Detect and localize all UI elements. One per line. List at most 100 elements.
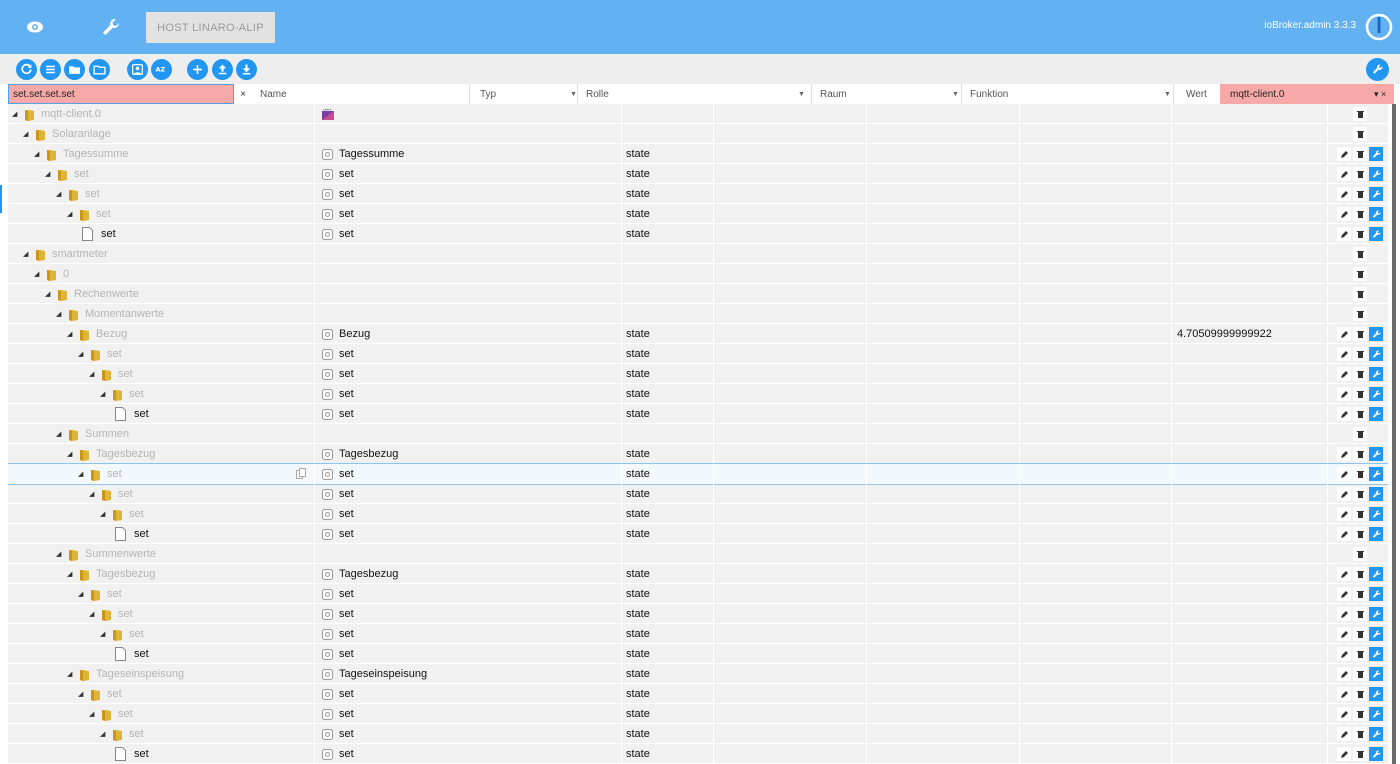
wrench-icon[interactable] [1369,747,1383,761]
wrench-icon[interactable] [1369,527,1383,541]
table-row[interactable]: ◢ set set state [8,204,1388,224]
expand-toggle-icon[interactable]: ◢ [78,590,85,598]
edit-icon[interactable] [1337,747,1351,761]
object-id-cell[interactable]: ◢ Summen [8,424,315,444]
wrench-icon[interactable] [1369,507,1383,521]
object-id-cell[interactable]: ◢ set [8,164,315,184]
object-id-cell[interactable]: set [8,404,315,424]
upload-icon[interactable] [212,59,233,80]
edit-icon[interactable] [1337,387,1351,401]
delete-icon[interactable] [1353,427,1367,441]
object-id-cell[interactable]: ◢ set [8,384,315,404]
table-row[interactable]: ◢ Rechenwerte [8,284,1388,304]
value-cell[interactable] [1172,184,1328,204]
list-icon[interactable] [40,59,61,80]
person-icon[interactable] [127,59,148,80]
refresh-icon[interactable] [16,59,37,80]
object-id-cell[interactable]: ◢ Tagesbezug [8,444,315,464]
delete-icon[interactable] [1353,347,1367,361]
edit-icon[interactable] [1337,447,1351,461]
table-row[interactable]: ◢ 0 [8,264,1388,284]
wrench-icon[interactable] [1369,627,1383,641]
delete-icon[interactable] [1353,527,1367,541]
object-id-cell[interactable]: ◢ 0 [8,264,315,284]
delete-icon[interactable] [1353,567,1367,581]
table-row[interactable]: ◢ set set state [8,164,1388,184]
object-id-cell[interactable]: ◢ set [8,464,315,484]
value-cell[interactable] [1172,264,1328,284]
value-cell[interactable] [1172,744,1328,764]
edit-icon[interactable] [1337,207,1351,221]
object-id-cell[interactable]: ◢ set [8,344,315,364]
expand-toggle-icon[interactable]: ◢ [23,130,30,138]
object-id-cell[interactable]: ◢ Tagesbezug [8,564,315,584]
table-row[interactable]: ◢ Tagessumme Tagessumme state [8,144,1388,164]
wrench-icon[interactable] [1369,227,1383,241]
value-cell[interactable] [1172,344,1328,364]
object-id-cell[interactable]: ◢ Rechenwerte [8,284,315,304]
expand-toggle-icon[interactable]: ◢ [56,430,63,438]
object-id-cell[interactable]: ◢ Tageseinspeisung [8,664,315,684]
edit-icon[interactable] [1337,227,1351,241]
table-row[interactable]: ◢ set set state [8,184,1388,204]
delete-icon[interactable] [1353,167,1367,181]
value-cell[interactable] [1172,424,1328,444]
eye-icon[interactable] [22,14,48,40]
object-id-cell[interactable]: ◢ mqtt-client.0 [8,104,315,124]
table-row[interactable]: ◢ set set state [8,364,1388,384]
expand-toggle-icon[interactable]: ◢ [100,730,107,738]
folder-open-icon[interactable] [89,59,110,80]
wrench-icon[interactable] [1369,207,1383,221]
value-cell[interactable] [1172,164,1328,184]
scrollbar[interactable] [1392,104,1396,764]
edit-icon[interactable] [1337,607,1351,621]
delete-icon[interactable] [1353,727,1367,741]
table-row[interactable]: ◢ Summenwerte [8,544,1388,564]
object-id-cell[interactable]: set [8,744,315,764]
raum-filter-select[interactable]: Raum ▼ [812,84,962,104]
table-row[interactable]: ◢ Tageseinspeisung Tageseinspeisung state [8,664,1388,684]
edit-icon[interactable] [1337,327,1351,341]
object-id-cell[interactable]: ◢ set [8,724,315,744]
object-id-cell[interactable]: ◢ set [8,504,315,524]
value-cell[interactable] [1172,444,1328,464]
expand-toggle-icon[interactable]: ◢ [67,670,74,678]
value-cell[interactable] [1172,104,1328,124]
table-row[interactable]: ◢ set set state [8,684,1388,704]
edit-icon[interactable] [1337,187,1351,201]
delete-icon[interactable] [1353,327,1367,341]
wrench-icon[interactable] [98,14,124,40]
delete-icon[interactable] [1353,407,1367,421]
table-row[interactable]: ◢ set set state [8,344,1388,364]
delete-icon[interactable] [1353,647,1367,661]
expand-toggle-icon[interactable]: ◢ [78,690,85,698]
edit-icon[interactable] [1337,167,1351,181]
expand-toggle-icon[interactable]: ◢ [34,150,41,158]
edit-icon[interactable] [1337,647,1351,661]
delete-icon[interactable] [1353,367,1367,381]
object-id-cell[interactable]: ◢ Summenwerte [8,544,315,564]
delete-icon[interactable] [1353,387,1367,401]
delete-icon[interactable] [1353,187,1367,201]
delete-icon[interactable] [1353,227,1367,241]
expand-toggle-icon[interactable]: ◢ [100,510,107,518]
delete-icon[interactable] [1353,547,1367,561]
value-cell[interactable] [1172,664,1328,684]
object-id-cell[interactable]: set [8,224,315,244]
edit-icon[interactable] [1337,367,1351,381]
table-row[interactable]: ◢ Momentanwerte [8,304,1388,324]
delete-icon[interactable] [1353,587,1367,601]
table-row[interactable]: ◢ set set state [8,504,1388,524]
instance-filter-select[interactable]: mqtt-client.0 ▾ × [1220,84,1394,104]
delete-icon[interactable] [1353,667,1367,681]
object-id-cell[interactable]: ◢ set [8,624,315,644]
expand-toggle-icon[interactable]: ◢ [45,290,52,298]
wrench-icon[interactable] [1369,147,1383,161]
power-logo-icon[interactable] [1364,12,1394,42]
folder-icon[interactable] [64,59,85,80]
expand-toggle-icon[interactable]: ◢ [56,310,63,318]
object-id-cell[interactable]: ◢ set [8,584,315,604]
table-row[interactable]: ◢ smartmeter [8,244,1388,264]
copy-icon[interactable] [296,468,306,479]
edit-icon[interactable] [1337,627,1351,641]
